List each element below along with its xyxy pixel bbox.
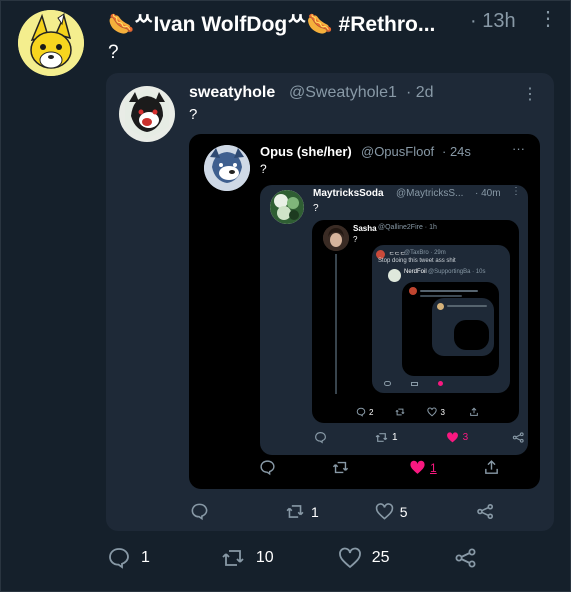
quote4-like-count: 3 (440, 407, 445, 417)
quote2-handle[interactable]: @OpusFloof (361, 144, 434, 159)
quote6-handle[interactable]: @SupportingBa · 10s (428, 269, 485, 275)
quote3-time[interactable]: · 40m (475, 188, 501, 199)
quote3-action-bar: 1 3 (314, 431, 525, 444)
quote4-handle[interactable]: @Qalline2Fire · 1h (378, 224, 437, 231)
tweet-author-name[interactable]: 🌭ᄊIvan WolfDogᄊ🌭 #Rethro... (108, 8, 435, 38)
quote3-like-count: 3 (462, 432, 469, 443)
quote3-reply-icon (315, 432, 326, 444)
tweet-retweet-count: 10 (255, 549, 274, 566)
quote4-share-button[interactable] (469, 407, 479, 417)
tweet-like-button[interactable]: 25 (338, 546, 390, 570)
level8-header-bar (447, 305, 487, 307)
quote1-like-button[interactable]: 5 (375, 502, 408, 521)
quote1-more-icon[interactable]: ⋮ (522, 84, 538, 104)
quote3-retweet-count: 1 (392, 432, 398, 443)
quote2-retweet-button[interactable] (332, 459, 349, 476)
quote3-like-icon (446, 432, 458, 443)
quote-card-level9[interactable] (454, 320, 489, 350)
quote2-share-button[interactable] (483, 459, 500, 476)
tweet-reply-count: 1 (141, 549, 150, 566)
quote1-retweet-button[interactable]: 1 (285, 502, 319, 521)
quote1-retweet-count: 1 (311, 503, 319, 520)
tweet-more-icon[interactable]: ⋮ (538, 6, 558, 31)
quote2-text: ? (260, 162, 267, 176)
quote4-retweet-icon (395, 408, 405, 416)
quote2-like-button[interactable]: 1 (409, 459, 437, 476)
tweet-reply-button[interactable]: 1 (107, 546, 150, 570)
quote2-retweet-icon (332, 461, 349, 474)
quote1-text: ? (189, 106, 198, 123)
avatar-sweatyhole[interactable] (119, 86, 175, 142)
quote2-author-name[interactable]: Opus (she/her) (260, 144, 352, 159)
quote2-share-icon (484, 460, 498, 474)
quote1-time[interactable]: · 2d (406, 84, 434, 102)
avatar-level8[interactable] (437, 303, 444, 310)
avatar-opus[interactable] (204, 145, 250, 191)
tweet-like-count: 25 (371, 549, 390, 566)
quote1-like-icon (375, 503, 394, 520)
quote5-retweet-icon[interactable] (411, 381, 418, 386)
quote4-reply-icon (356, 407, 366, 417)
tweet-text: ? (108, 42, 119, 63)
tweet-share-icon (455, 548, 475, 568)
quote2-reply-button[interactable] (259, 459, 276, 476)
quote3-author-name[interactable]: MaytricksSoda (313, 188, 384, 199)
quote2-like-icon (410, 460, 425, 474)
level7-header-bar (420, 290, 478, 292)
quote2-more-icon[interactable]: ··· (512, 141, 525, 156)
quote4-action-bar: 2 3 (356, 407, 479, 417)
tweet-retweet-button[interactable]: 10 (220, 546, 274, 570)
quote4-share-icon (470, 407, 478, 416)
quote3-retweet-button[interactable]: 1 (375, 431, 398, 444)
quote3-reply-button[interactable] (314, 431, 327, 444)
quote4-reply-button[interactable]: 2 (356, 407, 373, 417)
quote4-like-icon (427, 407, 438, 417)
tweet-like-icon (338, 547, 361, 569)
quote2-reply-icon (260, 460, 275, 476)
quote2-action-bar: 1 (259, 459, 500, 476)
quote5-reply-icon[interactable] (384, 381, 391, 386)
quote1-share-icon (476, 503, 493, 520)
thread-line (335, 254, 337, 394)
quote1-handle[interactable]: @Sweatyhole1 (289, 84, 397, 102)
quote4-like-button[interactable]: 3 (427, 407, 445, 417)
quote4-author-name[interactable]: Sasha (353, 224, 377, 233)
avatar-maytrickssoda[interactable] (270, 190, 304, 224)
quote5-like-icon[interactable] (438, 381, 443, 386)
quote3-retweet-icon (375, 433, 388, 442)
avatar-ivan-wolfdog[interactable] (18, 10, 84, 76)
quote3-like-button[interactable]: 3 (446, 431, 469, 444)
quote4-reply-count: 2 (369, 407, 374, 417)
quote3-share-icon (512, 432, 524, 443)
avatar-level7[interactable] (409, 287, 417, 295)
quote1-reply-icon (191, 503, 208, 521)
quote1-like-count: 5 (399, 503, 408, 520)
quote5-text: Stop doing this tweet ass shit (378, 258, 456, 264)
quote1-author-name[interactable]: sweatyhole (189, 84, 275, 102)
quote2-time[interactable]: · 24s (442, 144, 471, 159)
quote1-reply-button[interactable] (190, 502, 209, 521)
quote6-author-name[interactable]: NerdFoil (404, 269, 427, 275)
quote4-text: ? (353, 235, 358, 244)
quote3-share-button[interactable] (512, 431, 525, 444)
quote3-handle[interactable]: @MaytricksS... (396, 188, 463, 199)
quote1-share-button[interactable] (476, 502, 495, 521)
quote5-action-bar (384, 381, 443, 386)
quote3-text: ? (313, 203, 319, 214)
tweet-time[interactable]: · 13h (470, 10, 516, 33)
tweet-retweet-icon (222, 550, 244, 566)
tweet-reply-icon (109, 548, 129, 569)
quote5-handle[interactable]: @TaxBro · 29m (404, 250, 446, 256)
quote1-retweet-icon (286, 505, 304, 518)
tweet-share-button[interactable] (454, 546, 478, 570)
quote4-retweet-button[interactable] (395, 407, 405, 417)
avatar-sasha[interactable] (323, 225, 349, 251)
avatar-nerdfoil[interactable] (388, 269, 401, 282)
level7-line-bar (420, 295, 462, 297)
quote2-like-count: 1 (430, 460, 437, 475)
tweet-action-bar: 1 10 25 (107, 546, 478, 570)
quote3-more-icon[interactable]: ⋮ (511, 186, 521, 197)
quote1-action-bar: 1 5 (190, 502, 495, 521)
